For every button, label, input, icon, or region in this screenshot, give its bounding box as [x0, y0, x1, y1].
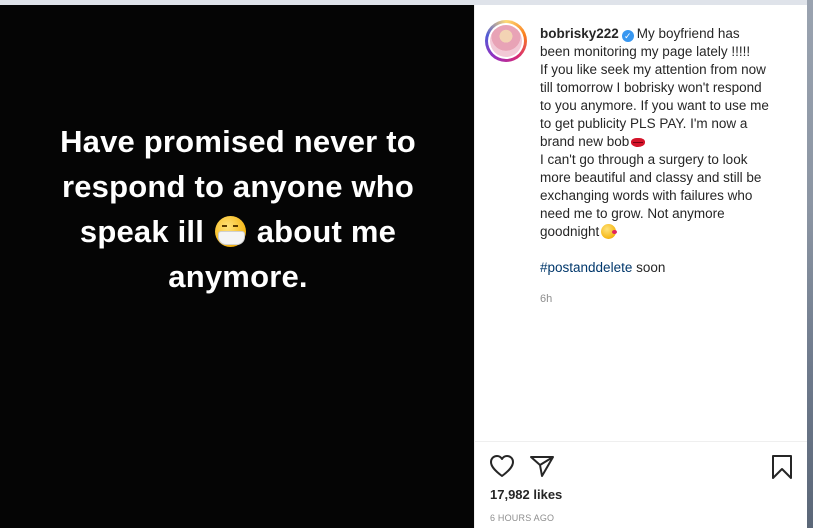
post-image-text: Have promised never to respond to anyone… [18, 119, 458, 299]
post-image-text-line: anymore. [168, 259, 308, 294]
post-image-text-line: speak ill about me [18, 209, 458, 254]
caption-first-line: bobrisky222 ✓ My boyfriend has [540, 25, 785, 43]
send-icon[interactable] [529, 454, 555, 478]
kissing-face-emoji-icon [601, 224, 618, 239]
caption-line: more beautiful and classy and still be [540, 170, 762, 185]
caption-text: brand new bob [540, 134, 630, 149]
caption-line: exchanging words with failures who [540, 188, 753, 203]
avatar-photo [490, 25, 522, 57]
instagram-post-modal: Have promised never to respond to anyone… [0, 0, 813, 528]
heart-icon[interactable] [489, 454, 515, 478]
background-strip-right [807, 0, 813, 528]
verified-badge-icon: ✓ [621, 30, 634, 42]
caption-line: to you anymore. If you want to use me [540, 98, 769, 113]
likes-count[interactable]: 17,982 likes [490, 487, 562, 502]
avatar[interactable] [485, 20, 527, 62]
post-image-text-fragment: about me [256, 214, 397, 249]
caption-line: need me to grow. Not anymore [540, 206, 725, 221]
lips-emoji-icon [631, 138, 646, 147]
post-timestamp[interactable]: 6 HOURS AGO [490, 513, 554, 523]
caption-line: been monitoring my page lately !!!!! [540, 44, 751, 59]
bookmark-icon[interactable] [769, 454, 795, 480]
caption-line: till tomorrow I bobrisky won't respond [540, 80, 762, 95]
post-image[interactable]: Have promised never to respond to anyone… [0, 5, 474, 528]
caption-line: If you like seek my attention from now [540, 62, 766, 77]
divider [475, 441, 807, 442]
post-image-text-fragment: speak ill [79, 214, 205, 249]
avatar-frame [488, 23, 524, 59]
caption-text: My boyfriend has [636, 26, 740, 41]
caption-hashtag-line: #postanddelete soon [540, 259, 785, 277]
post-image-text-line: Have promised never to [60, 124, 416, 159]
caption-line: to get publicity PLS PAY. I'm now a [540, 116, 748, 131]
caption-text: goodnight [540, 224, 600, 239]
caption-line-with-emoji: brand new bob [540, 133, 785, 151]
username-link[interactable]: bobrisky222 [540, 26, 619, 41]
caption-line: I can't go through a surgery to look [540, 152, 748, 167]
post-image-text-line: respond to anyone who [61, 169, 415, 204]
caption-line-with-emoji: goodnight [540, 223, 785, 241]
hashtag-link[interactable]: #postanddelete [540, 260, 632, 275]
caption-relative-time[interactable]: 6h [540, 293, 552, 305]
caption-text: soon [632, 260, 666, 275]
caption: bobrisky222 ✓ My boyfriend has been monito… [540, 25, 785, 277]
medical-mask-emoji-icon [214, 216, 246, 247]
